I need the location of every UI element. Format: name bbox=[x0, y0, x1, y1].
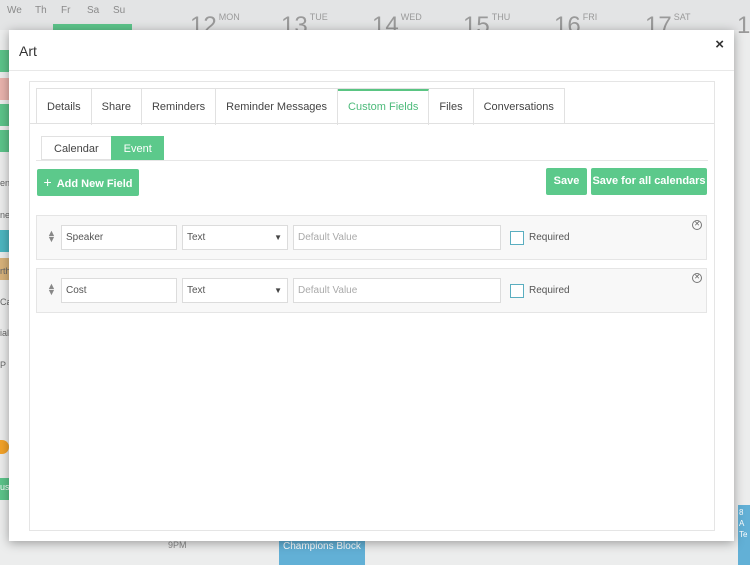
add-new-field-label: Add New Field bbox=[56, 178, 133, 190]
calendar-event-strip bbox=[0, 50, 9, 72]
mini-day: Sa bbox=[87, 5, 100, 16]
custom-fields-modal: Art × Details Share Reminders Reminder M… bbox=[9, 30, 734, 541]
close-icon[interactable]: × bbox=[715, 36, 724, 53]
tab-bar: Details Share Reminders Reminder Message… bbox=[36, 88, 565, 125]
default-value-input[interactable]: Default Value bbox=[293, 225, 501, 250]
mini-day: Su bbox=[113, 5, 126, 16]
subtab-event[interactable]: Event bbox=[110, 136, 164, 160]
mini-day: Fr bbox=[61, 5, 71, 16]
remove-circle-icon[interactable]: ✕ bbox=[692, 220, 702, 230]
modal-panel: Details Share Reminders Reminder Message… bbox=[29, 81, 715, 531]
tab-share[interactable]: Share bbox=[92, 89, 142, 125]
required-label: Required bbox=[529, 285, 570, 296]
required-label: Required bbox=[529, 232, 570, 243]
calendar-fragment: 8 bbox=[739, 508, 744, 517]
calendar-event: 8 A Te bbox=[738, 505, 750, 565]
tab-files[interactable]: Files bbox=[429, 89, 474, 125]
save-button[interactable]: Save bbox=[546, 168, 587, 195]
calendar-fragment: Te bbox=[739, 530, 748, 539]
plus-icon: + bbox=[43, 174, 52, 190]
drag-handle-icon[interactable]: ▲ ▼ bbox=[47, 229, 56, 244]
calendar-event: Champions Block bbox=[279, 538, 365, 565]
default-value-input[interactable]: Default Value bbox=[293, 278, 501, 303]
divider bbox=[36, 160, 708, 161]
modal-title: Art bbox=[19, 43, 37, 59]
subtab-calendar[interactable]: Calendar bbox=[41, 136, 111, 160]
mini-day: Th bbox=[35, 5, 47, 16]
required-checkbox[interactable] bbox=[510, 231, 524, 245]
field-type-select[interactable]: Text ▼ bbox=[182, 225, 288, 250]
tab-reminders[interactable]: Reminders bbox=[142, 89, 217, 125]
time-label: 9PM bbox=[168, 540, 187, 550]
calendar-event-strip bbox=[0, 230, 9, 252]
chevron-down-icon: ▼ bbox=[274, 286, 282, 295]
custom-field-row: ▲ ▼ Cost Text ▼ Default Value Required ✕ bbox=[36, 268, 707, 313]
calendar-event-strip bbox=[0, 104, 9, 126]
remove-circle-icon[interactable]: ✕ bbox=[692, 273, 702, 283]
tab-reminder-messages[interactable]: Reminder Messages bbox=[216, 89, 339, 125]
save-for-all-calendars-button[interactable]: Save for all calendars bbox=[591, 168, 707, 195]
calendar-fragment: A bbox=[739, 519, 745, 528]
divider bbox=[30, 123, 714, 124]
mini-day: We bbox=[7, 5, 22, 16]
field-type-value: Text bbox=[187, 232, 206, 243]
field-type-select[interactable]: Text ▼ bbox=[182, 278, 288, 303]
field-type-value: Text bbox=[187, 285, 206, 296]
field-name-input[interactable]: Speaker bbox=[61, 225, 177, 250]
week-day-header: 1 bbox=[737, 12, 750, 39]
calendar-event-strip bbox=[0, 130, 9, 152]
field-name-input[interactable]: Cost bbox=[61, 278, 177, 303]
tab-details[interactable]: Details bbox=[37, 89, 92, 125]
calendar-event-text: Champions Block bbox=[283, 541, 361, 552]
calendar-fragment: P bbox=[0, 360, 7, 370]
calendar-fragment: ial bbox=[0, 328, 10, 338]
chevron-down-icon: ▼ bbox=[274, 233, 282, 242]
calendar-event-strip bbox=[0, 78, 9, 100]
divider bbox=[9, 70, 734, 71]
calendar-marker bbox=[0, 440, 9, 454]
add-new-field-button[interactable]: + Add New Field bbox=[37, 169, 139, 196]
tab-custom-fields[interactable]: Custom Fields bbox=[338, 89, 430, 125]
required-checkbox[interactable] bbox=[510, 284, 524, 298]
drag-handle-icon[interactable]: ▲ ▼ bbox=[47, 282, 56, 297]
custom-field-row: ▲ ▼ Speaker Text ▼ Default Value Required… bbox=[36, 215, 707, 260]
subtab-bar: Calendar Event bbox=[41, 136, 164, 160]
tab-conversations[interactable]: Conversations bbox=[474, 89, 564, 125]
